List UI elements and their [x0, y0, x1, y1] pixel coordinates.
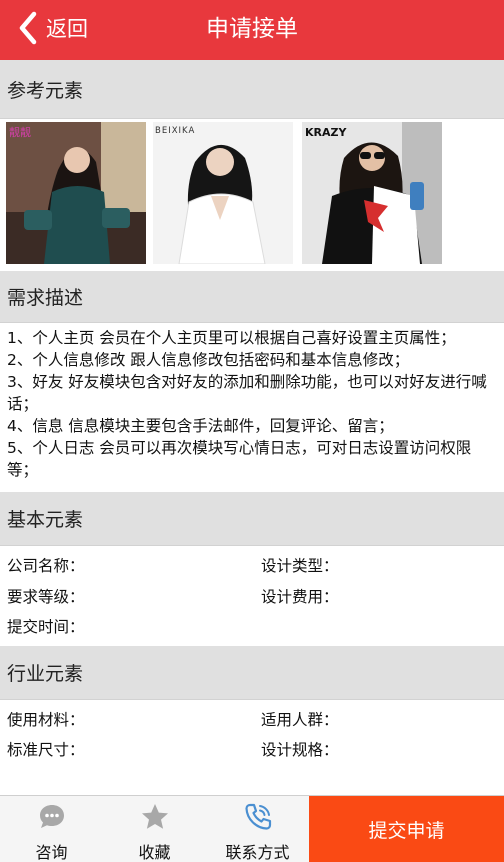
consult-button[interactable]: 咨询 [0, 796, 103, 862]
star-icon [141, 804, 168, 829]
demand-line: 2、个人信息修改 跟人信息修改包括密码和基本信息修改； [7, 351, 410, 369]
submit-application-button[interactable]: 提交申请 [309, 796, 504, 862]
page-title: 申请接单 [206, 16, 298, 42]
section-title: 行业元素 [7, 663, 84, 685]
section-header-industry: 行业元素 [0, 646, 504, 700]
contact-button[interactable]: 联系方式 [206, 796, 309, 862]
fashion-photo-image: 靓靓 [6, 122, 146, 264]
reference-image-2[interactable]: BEIXIKA [153, 122, 293, 264]
material-label: 使用材料： [7, 711, 85, 729]
demand-line: 1、个人主页 会员在个人主页里可以根据自己喜好设置主页属性； [7, 329, 456, 347]
top-bar: 返回 申请接单 [0, 0, 504, 60]
favorite-label: 收藏 [138, 843, 171, 862]
section-title: 基本元素 [7, 509, 84, 531]
section-header-basic: 基本元素 [0, 492, 504, 546]
requirement-level-label: 要求等级： [7, 588, 85, 606]
fashion-photo-image: KRAZY [302, 122, 442, 264]
company-name-label: 公司名称： [7, 557, 85, 575]
demand-line: 5、个人日志 会员可以再次模块写心情日志，可对日志设置访问权限等； [7, 439, 472, 479]
reference-gallery: 靓靓 BEIXIKA KRAZY [0, 122, 504, 266]
section-header-reference: 参考元素 [0, 60, 504, 119]
industry-row-1: 使用材料： 适用人群： [0, 705, 504, 735]
basic-row-2: 要求等级： 设计费用： [0, 582, 504, 612]
contact-label: 联系方式 [225, 843, 290, 862]
chat-bubble-icon [39, 805, 64, 828]
standard-size-label: 标准尺寸： [7, 741, 85, 759]
reference-image-1[interactable]: 靓靓 [6, 122, 146, 264]
watermark-text: BEIXIKA [155, 126, 195, 136]
demand-description: 1、个人主页 会员在个人主页里可以根据自己喜好设置主页属性； 2、个人信息修改 … [7, 327, 499, 481]
demand-line: 4、信息 信息模块主要包含手法邮件，回复评论、留言； [7, 417, 394, 435]
basic-row-3: 提交时间： [0, 612, 504, 642]
design-fee-label: 设计费用： [261, 588, 339, 606]
fashion-photo-image: BEIXIKA [153, 122, 293, 264]
phone-icon [244, 803, 271, 830]
favorite-button[interactable]: 收藏 [103, 796, 206, 862]
watermark-text: KRAZY [305, 126, 347, 139]
section-title: 需求描述 [7, 287, 84, 309]
basic-row-1: 公司名称： 设计类型： [0, 551, 504, 581]
design-spec-label: 设计规格： [261, 741, 339, 759]
submit-time-label: 提交时间： [7, 618, 85, 636]
reference-image-3[interactable]: KRAZY [302, 122, 442, 264]
design-type-label: 设计类型： [261, 557, 339, 575]
section-header-demand: 需求描述 [0, 271, 504, 323]
industry-row-2: 标准尺寸： 设计规格： [0, 735, 504, 765]
bottom-action-bar: 咨询 收藏 联系方式 提交申请 [0, 795, 504, 862]
demand-line: 3、好友 好友模块包含对好友的添加和删除功能，也可以对好友进行喊话； [7, 373, 487, 413]
watermark-text: 靓靓 [9, 125, 31, 139]
consult-label: 咨询 [35, 843, 68, 862]
audience-label: 适用人群： [261, 711, 339, 729]
section-title: 参考元素 [7, 79, 84, 102]
